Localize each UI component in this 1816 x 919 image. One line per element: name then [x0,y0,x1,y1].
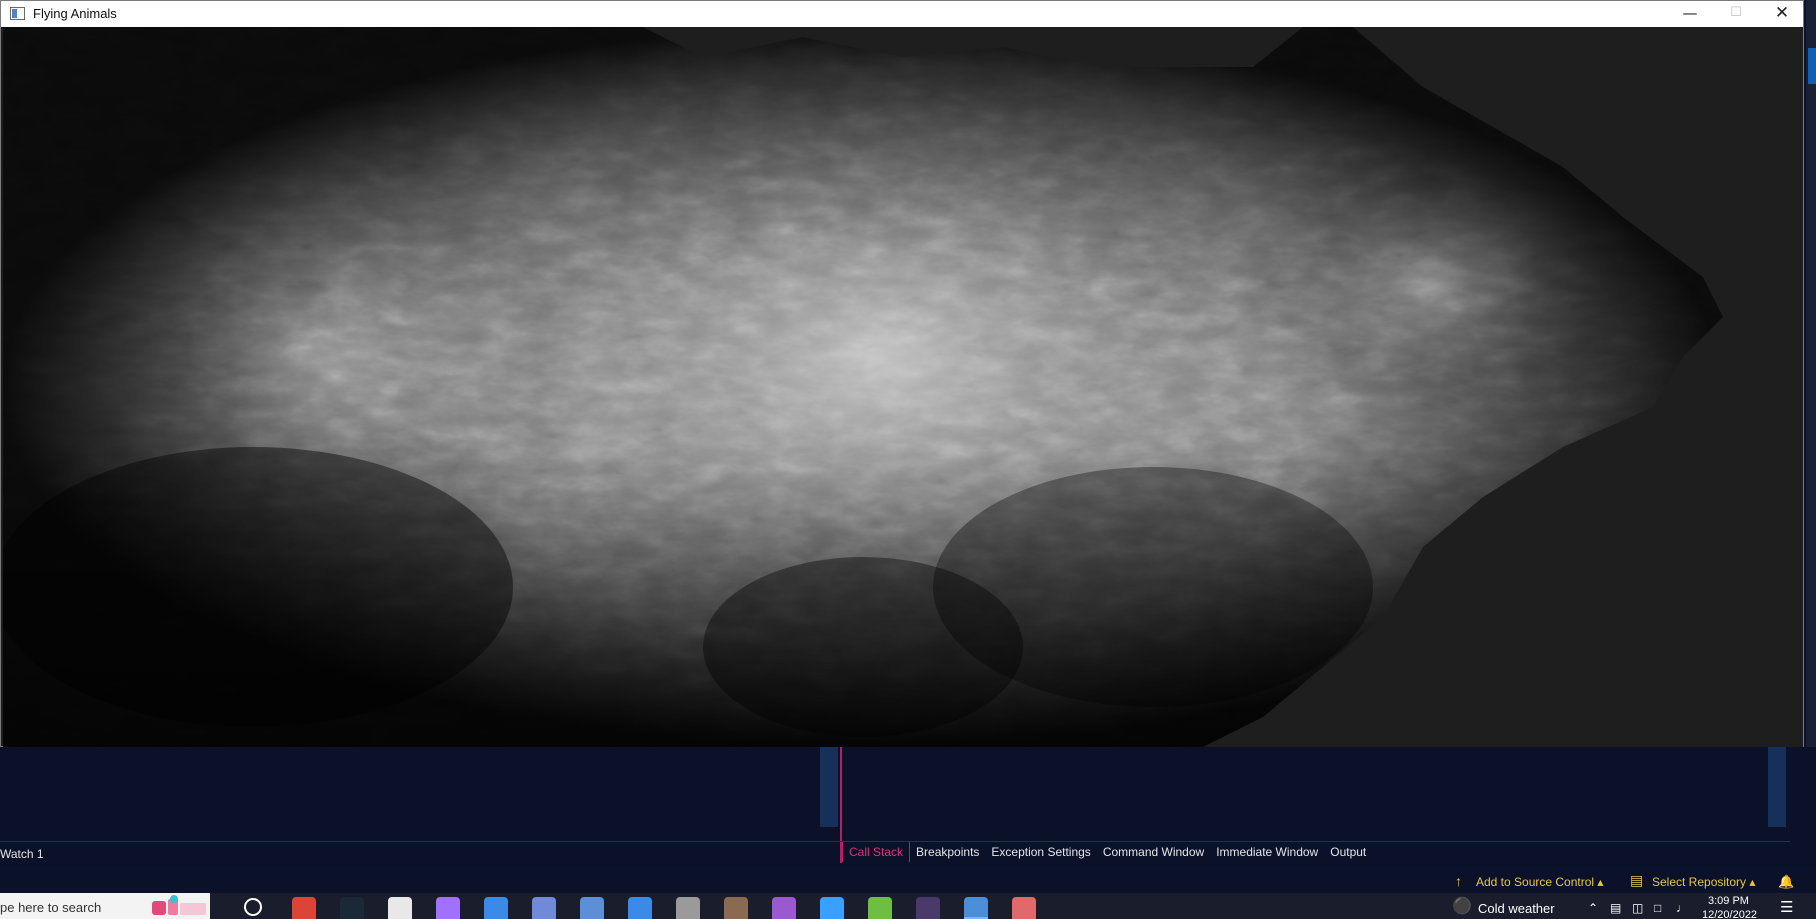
flying-animals-window: Flying Animals — ☐ ✕ [0,0,1804,747]
clock-time[interactable]: 3:09 PM [1708,895,1749,907]
chrome-icon[interactable] [292,897,316,919]
terrain-render [3,27,1803,747]
system-tray: ⚫ Cold weather ⌃ ▤ ◫ □ ♩ 3:09 PM 12/20/2… [1440,893,1816,919]
minimize-button[interactable]: — [1667,1,1713,27]
windows-taskbar: pe here to search ⚫ Cold weather ⌃ ▤ ◫ □… [0,893,1816,919]
clock-date[interactable]: 12/20/2022 [1702,909,1757,919]
minecraft-icon[interactable] [676,897,700,919]
repository-icon: ▤ [1630,872,1644,888]
chevron-up-icon[interactable]: ⌃ [1588,901,1598,915]
app-icon[interactable] [580,897,604,919]
mail-icon[interactable] [484,897,508,919]
weather-icon[interactable]: ⚫ [1452,896,1472,916]
notification-bell-icon[interactable]: 🔔 [1778,874,1798,890]
obs-icon[interactable] [436,897,460,919]
action-center-icon[interactable]: ☰ [1780,898,1793,916]
app-icon[interactable] [388,897,412,919]
tab-immediate-window[interactable]: Immediate Window [1210,842,1324,862]
tab-call-stack[interactable]: Call Stack [842,842,911,862]
tab-watch-1[interactable]: Watch 1 [0,847,44,861]
volume-icon[interactable]: ♩ [1676,901,1688,915]
tab-command-window[interactable]: Command Window [1097,842,1210,862]
discord-icon[interactable] [532,897,556,919]
battery-icon[interactable]: ◫ [1632,901,1643,915]
store-icon[interactable] [628,897,652,919]
network-icon[interactable]: ▤ [1610,901,1621,915]
add-to-source-control-button[interactable]: Add to Source Control ▴ [1476,875,1603,889]
device-icon[interactable]: □ [1654,901,1661,915]
close-button[interactable]: ✕ [1759,1,1805,27]
tab-exception-settings[interactable]: Exception Settings [985,842,1096,862]
utorrent-icon[interactable] [868,897,892,919]
cortana-icon[interactable] [244,898,262,916]
status-bar: ↑ Add to Source Control ▴ ▤ Select Repos… [0,871,1816,893]
app-window-icon [10,7,25,20]
maximize-button[interactable]: ☐ [1713,1,1759,27]
active-window-icon[interactable] [964,897,988,919]
callstack-panel-scrollbar[interactable] [1768,747,1786,827]
watch-panel-scrollbar[interactable] [820,747,838,827]
window-titlebar[interactable]: Flying Animals — ☐ ✕ [1,1,1803,27]
search-highlight-icon [152,895,206,915]
editor-scrollbar-track[interactable] [1806,0,1816,747]
tab-breakpoints[interactable]: Breakpoints [910,842,985,862]
visual-studio-icon[interactable] [772,897,796,919]
photo-icon[interactable] [724,897,748,919]
paint-icon[interactable] [1012,897,1036,919]
select-repository-button[interactable]: Select Repository ▴ [1652,875,1755,889]
window-title: Flying Animals [33,6,117,21]
weather-text[interactable]: Cold weather [1478,901,1555,916]
tab-output[interactable]: Output [1324,842,1372,862]
app-icon[interactable] [820,897,844,919]
upload-arrow-icon: ↑ [1455,873,1462,889]
steam-icon[interactable] [340,897,364,919]
debug-tab-strip: Call Stack Breakpoints Exception Settings C… [842,842,1372,862]
terminal-icon[interactable] [916,897,940,919]
editor-scrollbar-thumb[interactable] [1808,48,1816,84]
render-viewport[interactable] [3,27,1803,747]
